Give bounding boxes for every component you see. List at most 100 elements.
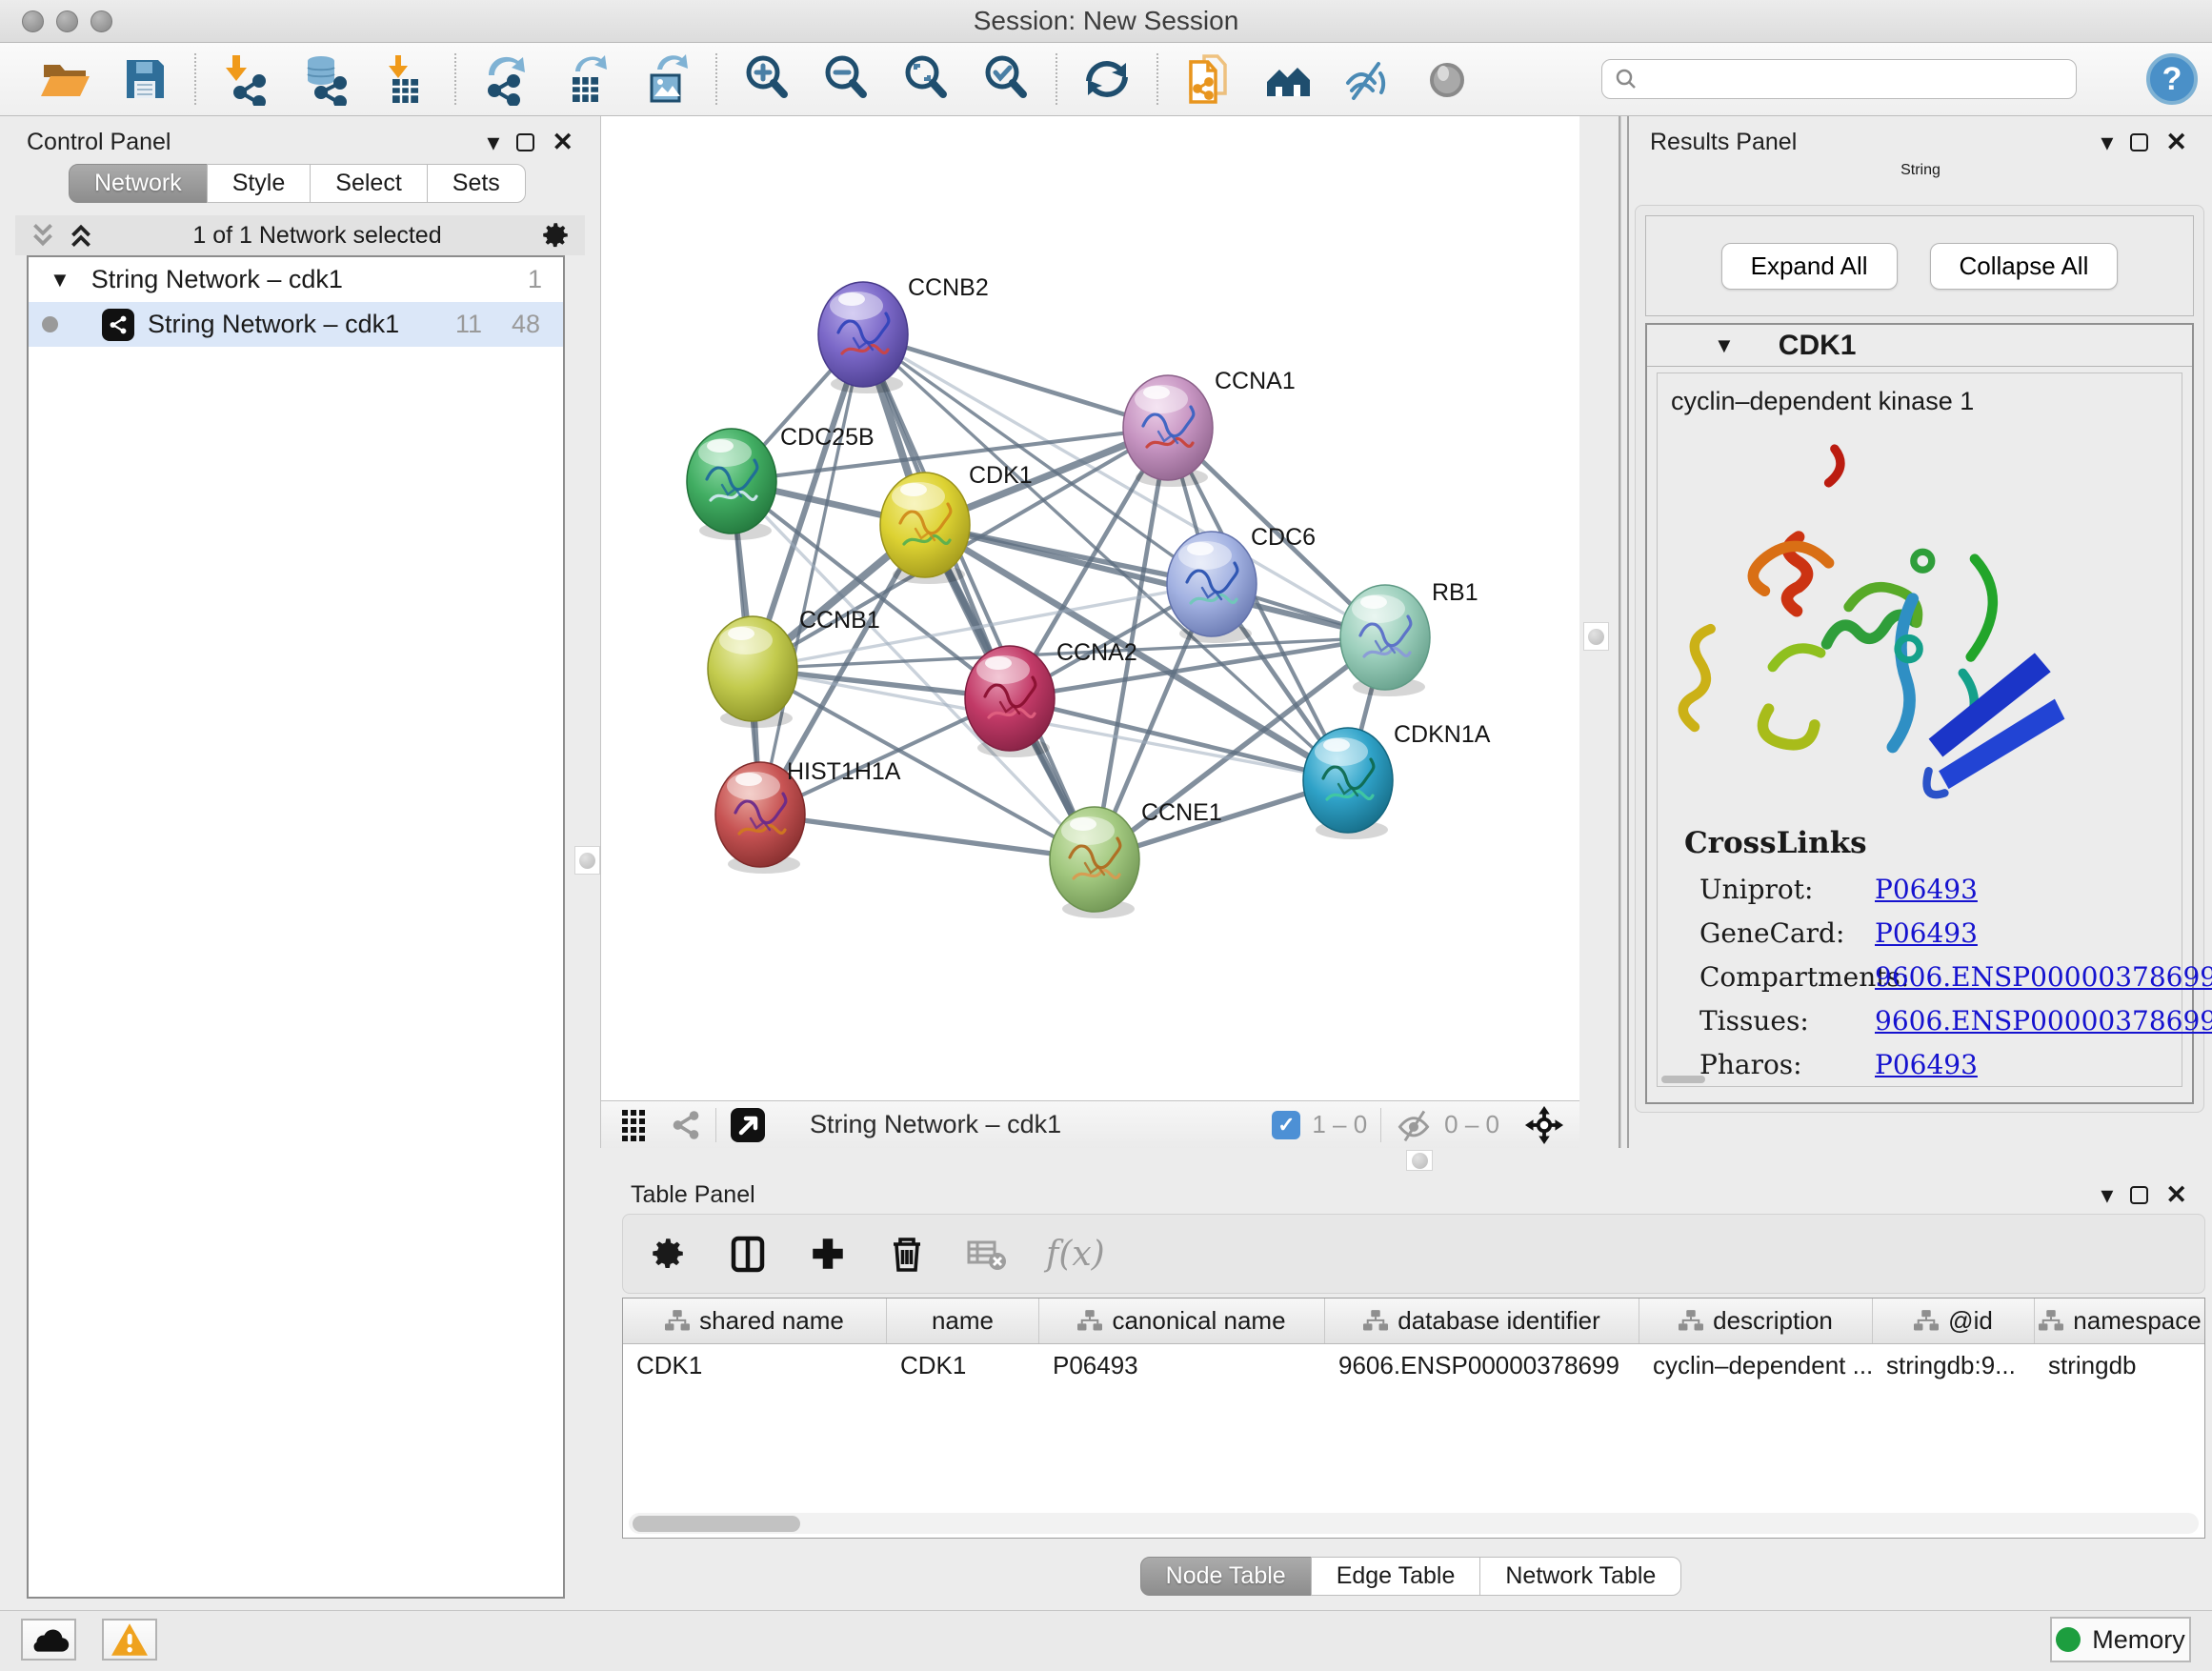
crosslink-link[interactable]: P06493 [1875,1049,1978,1080]
network-node[interactable]: HIST1H1A [715,758,901,874]
panel-menu-icon[interactable]: ▾ [2101,128,2113,157]
close-panel-icon[interactable]: ✕ [2165,128,2187,157]
toolbar-search[interactable] [1601,59,2077,99]
export-network-button[interactable] [466,49,546,110]
zoom-in-button[interactable] [727,49,807,110]
crosslink-link[interactable]: 9606.ENSP00000378699 [1875,961,2212,993]
move-icon[interactable] [1524,1105,1564,1145]
string-document-button[interactable] [1168,49,1248,110]
hide-glyphs-button[interactable] [1327,49,1407,110]
import-table-file-button[interactable] [365,49,445,110]
export-table-button[interactable] [546,49,626,110]
network-node[interactable]: RB1 [1340,579,1478,696]
table-scrollbar[interactable] [629,1513,2199,1534]
network-node[interactable]: CDC25B [687,424,875,540]
close-window-icon[interactable] [22,10,44,32]
collapse-all-icon[interactable] [29,221,57,250]
expand-all-button[interactable]: Expand All [1721,243,1898,290]
home-networks-button[interactable] [1248,49,1328,110]
share-view-icon[interactable] [670,1109,702,1141]
table-cell[interactable]: stringdb:9... [1873,1351,2035,1380]
entry-expanded-icon[interactable]: ▼ [1714,333,1735,358]
memory-button[interactable]: Memory [2050,1617,2191,1662]
results-scroll-area[interactable]: ▼ CDK1 cyclin–dependent kinase 1 [1645,323,2194,1104]
horizontal-splitter[interactable] [600,1148,2212,1174]
left-splitter-handle[interactable] [574,846,600,875]
column-header-canonical-name[interactable]: canonical name [1039,1299,1325,1343]
network-node[interactable]: CDKN1A [1303,721,1491,839]
tab-string[interactable]: String [1900,162,1941,179]
search-input[interactable] [1639,66,2048,92]
delete-column-icon[interactable] [886,1233,928,1275]
crosslink-link[interactable]: P06493 [1875,874,1978,905]
collapse-all-button[interactable]: Collapse All [1930,243,2119,290]
import-network-database-button[interactable] [285,49,365,110]
tree-expanded-icon[interactable]: ▼ [50,268,70,292]
refresh-button[interactable] [1067,49,1147,110]
panel-menu-icon[interactable]: ▾ [487,128,499,157]
function-builder-button[interactable]: f(x) [1046,1235,1105,1274]
grid-icon[interactable] [620,1108,654,1142]
minimize-window-icon[interactable] [56,10,78,32]
table-cell[interactable]: CDK1 [623,1351,887,1380]
column-header-database-identifier[interactable]: database identifier [1325,1299,1639,1343]
maximize-window-icon[interactable] [90,10,112,32]
birdseye-icon[interactable] [730,1107,766,1143]
open-session-button[interactable] [25,49,105,110]
vertical-splitter[interactable] [1579,116,1627,1148]
close-panel-icon[interactable]: ✕ [2165,1180,2187,1210]
selected-checkbox-icon[interactable]: ✓ [1272,1111,1300,1139]
float-panel-icon[interactable] [2130,133,2148,151]
column-header--id[interactable]: @id [1873,1299,2035,1343]
table-cell[interactable]: CDK1 [887,1351,1039,1380]
delete-table-icon[interactable] [966,1235,1008,1273]
table-cell[interactable]: P06493 [1039,1351,1325,1380]
column-header-namespace[interactable]: namespace [2035,1299,2205,1343]
table-scrollbar-handle[interactable] [633,1516,800,1532]
zoom-out-button[interactable] [806,49,886,110]
crosslink-link[interactable]: 9606.ENSP00000378699 [1875,1005,2212,1037]
column-header-description[interactable]: description [1639,1299,1873,1343]
zoom-selected-button[interactable] [966,49,1046,110]
tab-node-table[interactable]: Node Table [1140,1557,1312,1596]
zoom-fit-button[interactable] [886,49,966,110]
crosslink-link[interactable]: P06493 [1875,917,1978,949]
tab-edge-table[interactable]: Edge Table [1311,1557,1481,1596]
results-scrollbar[interactable] [1661,1076,1705,1083]
table-settings-gear-icon[interactable] [648,1234,688,1274]
show-columns-icon[interactable] [726,1232,770,1276]
network-canvas[interactable]: CCNB2CCNA1CDC25BCDK1CDC6RB1CCNB1CCNA2CDK… [600,116,1579,1100]
save-session-button[interactable] [105,49,185,110]
tab-network-table[interactable]: Network Table [1479,1557,1681,1596]
network-node[interactable]: CCNA2 [965,639,1137,757]
network-row-selected[interactable]: String Network – cdk1 11 48 [29,302,563,347]
network-node[interactable]: CCNB1 [708,607,880,728]
cloud-status-button[interactable] [21,1619,76,1661]
expand-all-icon[interactable] [67,221,95,250]
help-button[interactable]: ? [2132,49,2212,110]
export-image-button[interactable] [626,49,706,110]
column-header-name[interactable]: name [887,1299,1039,1343]
import-network-file-button[interactable] [206,49,286,110]
tab-style[interactable]: Style [207,164,312,203]
table-cell[interactable]: stringdb [2035,1351,2205,1380]
warning-status-button[interactable] [102,1619,157,1661]
network-node[interactable]: CCNB2 [818,274,989,393]
tab-network[interactable]: Network [69,164,208,203]
column-header-shared-name[interactable]: shared name [623,1299,887,1343]
tab-sets[interactable]: Sets [427,164,526,203]
table-cell[interactable]: cyclin–dependent ... [1639,1351,1873,1380]
float-panel-icon[interactable] [2130,1186,2148,1204]
table-row[interactable]: CDK1CDK1P064939606.ENSP00000378699cyclin… [623,1344,2204,1386]
mid-splitter-handle[interactable] [1406,1150,1433,1171]
right-splitter-handle[interactable] [1583,622,1609,651]
close-panel-icon[interactable]: ✕ [552,128,573,157]
network-collection-row[interactable]: ▼ String Network – cdk1 1 [29,257,563,302]
glass-ball-button[interactable] [1407,49,1487,110]
float-panel-icon[interactable] [516,133,534,151]
panel-menu-icon[interactable]: ▾ [2101,1180,2113,1210]
gear-icon[interactable] [539,219,572,252]
add-column-icon[interactable] [808,1234,848,1274]
node-table[interactable]: shared namenamecanonical namedatabase id… [622,1298,2205,1539]
node-entry-header[interactable]: ▼ CDK1 [1647,325,2192,367]
